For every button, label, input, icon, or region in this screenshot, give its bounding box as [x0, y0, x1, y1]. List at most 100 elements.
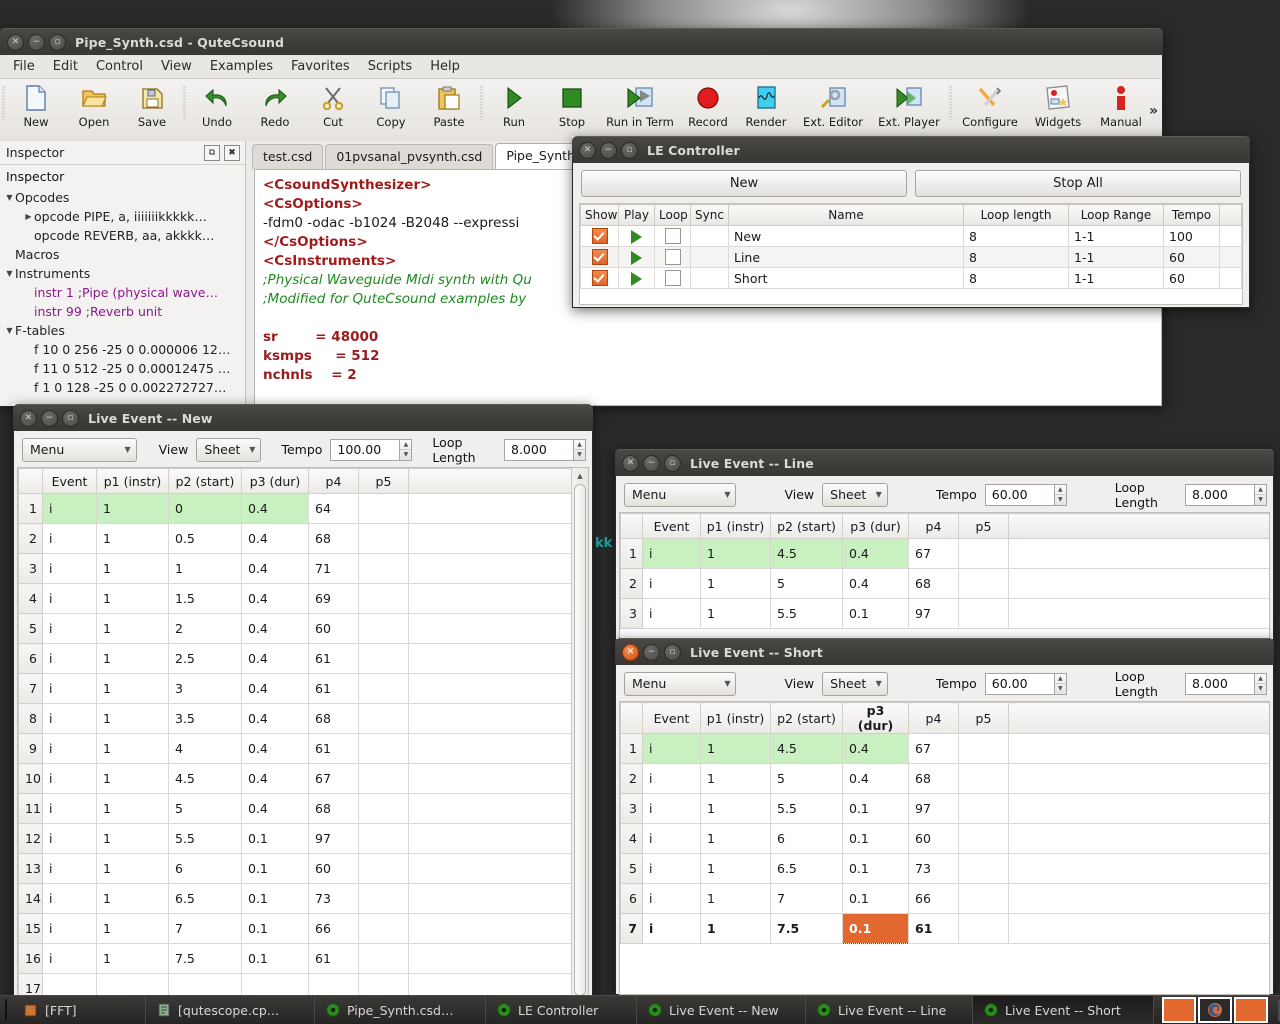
toolbar-cut-button[interactable]: Cut: [304, 83, 362, 129]
live-event-new-p1-cell[interactable]: 1: [96, 793, 169, 824]
live-event-new-p5-cell[interactable]: [358, 853, 409, 884]
live-event-line-p2-cell[interactable]: 5: [770, 568, 843, 599]
live-event-new-p4-cell[interactable]: 60: [308, 853, 359, 884]
live-event-new-p1-cell[interactable]: 1: [96, 583, 169, 614]
live-event-short-row-number-cell[interactable]: 3: [620, 793, 643, 824]
live-event-new-p1-cell[interactable]: 1: [96, 553, 169, 584]
play-icon[interactable]: [631, 250, 642, 265]
live-event-new-row-number-cell[interactable]: 5: [18, 613, 43, 644]
live-event-new-row[interactable]: 14 i 1 6.5 0.1 73: [18, 883, 574, 914]
workspace-3[interactable]: [1234, 997, 1268, 1023]
live-event-new-p1-cell[interactable]: 1: [96, 823, 169, 854]
live-event-short-column-1[interactable]: Event: [642, 702, 701, 734]
minimize-icon[interactable]: −: [600, 141, 617, 159]
launcher-icon[interactable]: [5, 999, 7, 1021]
live-event-new-column-7[interactable]: [408, 468, 574, 494]
live-event-line-column-4[interactable]: p3 (dur): [842, 513, 909, 539]
le-name-cell[interactable]: Short: [728, 267, 964, 289]
toolbar-run-button[interactable]: Run: [485, 83, 543, 129]
live-event-new-p1-cell[interactable]: 1: [96, 853, 169, 884]
live-event-short-p3-cell[interactable]: 0.1: [842, 913, 909, 944]
firefox-icon[interactable]: [1198, 997, 1232, 1023]
live-event-new-p3-cell[interactable]: 0.4: [241, 703, 309, 734]
live-event-new-p5-cell[interactable]: [358, 673, 409, 704]
live-event-short-p2-cell[interactable]: 6.5: [770, 853, 843, 884]
live-event-new-p5-cell[interactable]: [358, 763, 409, 794]
toolbar-record-button[interactable]: Record: [679, 83, 737, 129]
le-show-cell[interactable]: [580, 267, 619, 289]
loop-length-spin-arrows[interactable]: ▲ ▼: [1255, 672, 1267, 695]
live-event-line-p1-cell[interactable]: 1: [700, 598, 771, 629]
live-event-short-column-6[interactable]: p5: [958, 702, 1009, 734]
close-icon[interactable]: ✕: [20, 409, 37, 427]
live-event-new-p2-cell[interactable]: 1: [168, 553, 242, 584]
toolbar-grip-3[interactable]: [478, 86, 485, 120]
live-event-new-p5-cell[interactable]: [358, 703, 409, 734]
live-event-new-row[interactable]: 7 i 1 3 0.4 61: [18, 673, 574, 704]
live-event-short-row[interactable]: 3 i 1 5.5 0.1 97: [620, 793, 1269, 824]
live-event-new-row-number-cell[interactable]: 13: [18, 853, 43, 884]
live-event-new-p5-cell[interactable]: [358, 553, 409, 584]
le-sync-cell[interactable]: [690, 246, 729, 268]
le-loop-range-cell[interactable]: 1-1: [1068, 267, 1164, 289]
live-event-new-row-number-cell[interactable]: 2: [18, 523, 43, 554]
live-event-new-p2-cell[interactable]: 5: [168, 793, 242, 824]
live-event-short-p5-cell[interactable]: [958, 793, 1009, 824]
live-event-line-column-2[interactable]: p1 (instr): [700, 513, 771, 539]
live-event-new-p5-cell[interactable]: [358, 793, 409, 824]
inspector-item-4[interactable]: ▼ Instruments: [0, 264, 245, 283]
live-event-new-row-number-cell[interactable]: 15: [18, 913, 43, 944]
tempo-input[interactable]: 100.00: [330, 438, 401, 461]
live-event-short-row[interactable]: 5 i 1 6.5 0.1 73: [620, 853, 1269, 884]
live-event-short-column-4[interactable]: p3 (dur): [842, 702, 909, 734]
live-event-new-column-1[interactable]: Event: [42, 468, 97, 494]
live-event-new-row[interactable]: 15 i 1 7 0.1 66: [18, 913, 574, 944]
maximize-icon[interactable]: ▫: [664, 454, 681, 472]
taskbar-item-2[interactable]: Pipe_Synth.csd…: [315, 996, 486, 1024]
live-event-short-p3-cell[interactable]: 0.4: [842, 733, 909, 764]
undock-icon[interactable]: ⧉: [204, 144, 220, 161]
live-event-new-p5-cell[interactable]: [358, 493, 409, 524]
live-event-line-column-6[interactable]: p5: [958, 513, 1009, 539]
le-column-7[interactable]: Tempo: [1163, 204, 1220, 226]
play-icon[interactable]: [631, 271, 642, 286]
toolbar-render-button[interactable]: Render: [737, 83, 795, 129]
le-show-cell[interactable]: [580, 225, 619, 247]
live-event-short-p4-cell[interactable]: 61: [908, 913, 959, 944]
live-event-short-event-cell[interactable]: i: [642, 883, 701, 914]
live-event-new-p2-cell[interactable]: 7.5: [168, 943, 242, 974]
live-event-new-event-cell[interactable]: i: [42, 853, 97, 884]
le-tempo-cell[interactable]: 60: [1163, 267, 1220, 289]
live-event-short-p5-cell[interactable]: [958, 823, 1009, 854]
le-table-row[interactable]: New 8 1-1 100: [580, 225, 1242, 247]
live-event-line-titlebar[interactable]: ✕ − ▫ Live Event -- Line: [615, 449, 1274, 476]
tempo-stepper[interactable]: 60.00 ▲ ▼: [984, 672, 1067, 695]
live-event-new-row-number-cell[interactable]: 7: [18, 673, 43, 704]
live-event-short-event-cell[interactable]: i: [642, 913, 701, 944]
live-event-new-p5-cell[interactable]: [358, 883, 409, 914]
toolbar-new-button[interactable]: New: [7, 83, 65, 129]
close-icon[interactable]: ✕: [579, 141, 596, 159]
live-event-short-row-number-cell[interactable]: 6: [620, 883, 643, 914]
loop-length-input[interactable]: 8.000: [1185, 672, 1255, 695]
spin-down-icon[interactable]: ▼: [574, 450, 585, 460]
le-name-cell[interactable]: Line: [728, 246, 964, 268]
spin-down-icon[interactable]: ▼: [1055, 495, 1066, 505]
live-event-new-p1-cell[interactable]: 1: [96, 673, 169, 704]
live-event-short-event-cell[interactable]: i: [642, 823, 701, 854]
toolbar-ext-player-button[interactable]: Ext. Player: [871, 83, 947, 129]
live-event-new-event-cell[interactable]: i: [42, 913, 97, 944]
live-event-new-row-number-cell[interactable]: 12: [18, 823, 43, 854]
spin-up-icon[interactable]: ▲: [574, 440, 585, 450]
live-event-new-event-cell[interactable]: i: [42, 823, 97, 854]
live-event-short-event-cell[interactable]: i: [642, 733, 701, 764]
view-dropdown[interactable]: Sheet ▼: [196, 437, 262, 462]
maximize-icon[interactable]: ▫: [62, 409, 79, 427]
toolbar-overflow-button[interactable]: »: [1149, 103, 1158, 119]
live-event-new-titlebar[interactable]: ✕ − ▫ Live Event -- New: [13, 404, 593, 431]
live-event-new-column-0[interactable]: [18, 468, 43, 494]
live-event-new-p2-cell[interactable]: 4: [168, 733, 242, 764]
le-loop-cell[interactable]: [654, 225, 691, 247]
le-table-row[interactable]: Line 8 1-1 60: [580, 246, 1242, 268]
close-panel-icon[interactable]: ✖: [224, 144, 240, 161]
